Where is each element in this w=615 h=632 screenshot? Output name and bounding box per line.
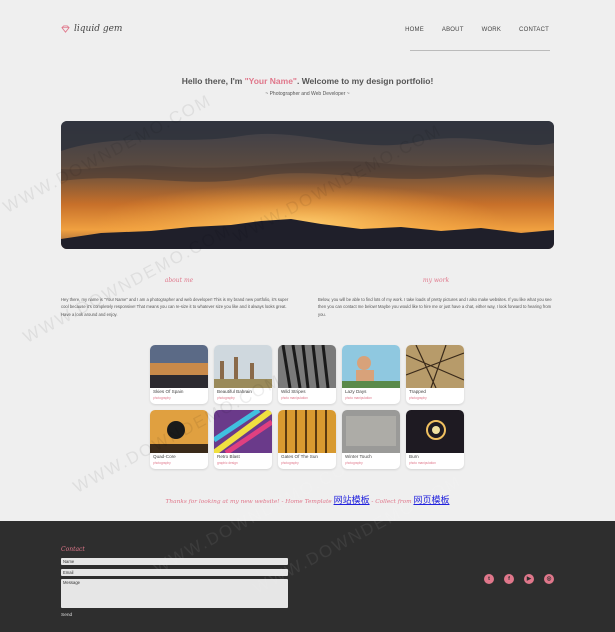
portfolio-tag: photo manipulation xyxy=(409,461,436,465)
portfolio-tag: photography xyxy=(217,396,235,400)
dribbble-icon[interactable]: ◎ xyxy=(544,574,554,584)
thumbnail-image xyxy=(406,345,464,388)
portfolio-title: Winter Touch xyxy=(345,454,372,459)
work-text: Below, you will be able to find lots of … xyxy=(318,297,552,317)
portfolio-tag: photo manipulation xyxy=(281,396,308,400)
portfolio-item-trapped[interactable]: Trapped photography xyxy=(406,345,464,404)
portfolio-title: Quad-Core xyxy=(153,454,176,459)
youtube-icon[interactable]: ▶ xyxy=(524,574,534,584)
name-field[interactable]: Name xyxy=(61,558,288,565)
portfolio-title: Wild Stripes xyxy=(281,389,306,394)
portfolio-tag: photography xyxy=(153,461,171,465)
about-heading: about me xyxy=(164,277,194,284)
nav-contact[interactable]: CONTACT xyxy=(519,27,549,33)
work-heading: my work xyxy=(422,277,450,284)
portfolio-item-retro-blast[interactable]: Retro Blast graphic design xyxy=(214,410,272,469)
thanks-text: Thanks for looking at my new website! - xyxy=(165,499,286,505)
thumbnail-image xyxy=(342,345,400,388)
thumbnail-image xyxy=(214,345,272,388)
nav-about[interactable]: ABOUT xyxy=(442,27,464,33)
collect-link[interactable]: 网页模板 xyxy=(413,496,449,506)
gem-icon xyxy=(61,25,70,33)
message-field[interactable]: Message xyxy=(61,579,288,608)
portfolio-tag: photography xyxy=(153,396,171,400)
portfolio-item-burn[interactable]: Burn photo manipulation xyxy=(406,410,464,469)
thumbnail-image xyxy=(278,345,336,388)
contact-heading: Contact xyxy=(61,546,85,553)
hero-subtitle: ~ Photographer and Web Developer ~ xyxy=(265,91,350,97)
logo[interactable]: liquid gem xyxy=(61,24,122,34)
portfolio-item-beautiful-bahrain[interactable]: Beautiful Bahrain photography xyxy=(214,345,272,404)
portfolio-item-winter-touch[interactable]: Winter Touch photography xyxy=(342,410,400,469)
portfolio-title: Burn xyxy=(409,454,419,459)
twitter-icon[interactable]: t xyxy=(484,574,494,584)
thumbnail-image xyxy=(406,410,464,453)
page: liquid gem HOME ABOUT WORK CONTACT Hello… xyxy=(0,0,615,632)
hero-greeting: Hello there, I'm xyxy=(181,76,245,86)
facebook-icon[interactable]: f xyxy=(504,574,514,584)
thanks-middle: - Collect from xyxy=(369,499,414,505)
send-button[interactable]: Send xyxy=(61,613,72,618)
hero-welcome: . Welcome to my design portfolio! xyxy=(296,76,434,86)
portfolio-tag: photo manipulation xyxy=(345,396,372,400)
logo-text: liquid gem xyxy=(74,24,123,34)
hero-name: "Your Name" xyxy=(244,76,297,86)
portfolio-item-wild-stripes[interactable]: Wild Stripes photo manipulation xyxy=(278,345,336,404)
portfolio-item-quad-core[interactable]: Quad-Core photography xyxy=(150,410,208,469)
portfolio-title: Skies Of Spain xyxy=(153,389,184,394)
hero-title: Hello there, I'm "Your Name". Welcome to… xyxy=(0,76,615,86)
hero-banner-image xyxy=(61,121,554,249)
portfolio-tag: graphic design xyxy=(217,461,238,465)
thanks-source: Home Template xyxy=(285,499,332,505)
portfolio-title: Gates Of The Sun xyxy=(281,454,318,459)
portfolio-title: Beautiful Bahrain xyxy=(217,389,252,394)
email-field[interactable]: Email xyxy=(61,569,288,576)
portfolio-title: Retro Blast xyxy=(217,454,240,459)
portfolio-tag: photography xyxy=(409,396,427,400)
portfolio-item-gates-of-the-sun[interactable]: Gates Of The Sun photography xyxy=(278,410,336,469)
nav-work[interactable]: WORK xyxy=(482,27,501,33)
main-nav: HOME ABOUT WORK CONTACT xyxy=(405,27,549,33)
about-text: Hey there, my name is "Your Name" and I … xyxy=(61,297,289,317)
portfolio-tag: photography xyxy=(345,461,363,465)
thumbnail-image xyxy=(342,410,400,453)
thumbnail-image xyxy=(150,410,208,453)
nav-home[interactable]: HOME xyxy=(405,27,424,33)
nav-divider xyxy=(410,50,550,51)
template-link[interactable]: 网站模板 xyxy=(334,496,370,506)
thumbnail-image xyxy=(150,345,208,388)
thumbnail-image xyxy=(278,410,336,453)
portfolio-title: Lazy Days xyxy=(345,389,367,394)
portfolio-tag: photography xyxy=(281,461,299,465)
thumbnail-image xyxy=(214,410,272,453)
thanks-line: Thanks for looking at my new website! - … xyxy=(0,493,615,506)
portfolio-item-skies-of-spain[interactable]: Skies Of Spain photography xyxy=(150,345,208,404)
footer: Contact Name Email Message Send t f ▶ ◎ … xyxy=(0,452,615,632)
portfolio-item-lazy-days[interactable]: Lazy Days photo manipulation xyxy=(342,345,400,404)
portfolio-title: Trapped xyxy=(409,389,426,394)
